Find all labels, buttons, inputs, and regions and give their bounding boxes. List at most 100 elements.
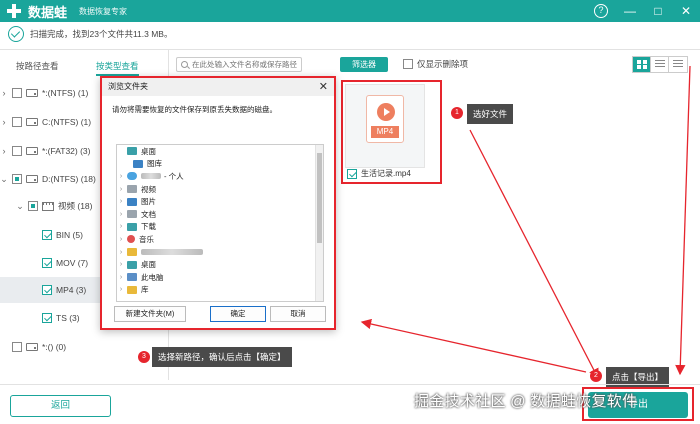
tab-by-type[interactable]: 按类型查看 bbox=[96, 60, 139, 76]
folder-label: 此电脑 bbox=[141, 272, 164, 282]
drive-icon bbox=[26, 175, 38, 183]
folder-item[interactable]: › 图片 bbox=[117, 195, 323, 208]
drive-icon bbox=[26, 343, 38, 351]
scan-status-text: 扫描完成，找到23个文件共11.3 MB。 bbox=[30, 29, 173, 39]
folder-label: - 个人 bbox=[164, 171, 184, 181]
minimize-button[interactable]: — bbox=[616, 4, 644, 18]
folder-tree-scrollbar[interactable] bbox=[315, 145, 323, 301]
redacted-text bbox=[141, 173, 161, 180]
folder-item[interactable]: 图库 bbox=[117, 158, 323, 171]
tree-node-drive[interactable]: *:() (0) bbox=[0, 334, 66, 360]
dialog-message: 请勿将需要恢复的文件保存到原丢失数据的磁盘。 bbox=[112, 105, 277, 114]
library-icon bbox=[127, 285, 137, 294]
folder-item[interactable]: › 音乐 bbox=[117, 233, 323, 246]
tree-node-drive[interactable]: › C:(NTFS) (1) bbox=[0, 109, 91, 135]
tree-node-type[interactable]: MOV (7) bbox=[42, 250, 88, 276]
folder-item[interactable]: › 下载 bbox=[117, 221, 323, 234]
tree-checkbox[interactable] bbox=[42, 258, 52, 268]
app-brand: 数据蛙 bbox=[28, 4, 68, 20]
tree-node-type[interactable]: TS (3) bbox=[42, 305, 80, 331]
tree-node-folder[interactable]: ⌄ 视频 (18) bbox=[16, 193, 92, 219]
document-icon bbox=[127, 210, 137, 219]
tree-node-label: BIN (5) bbox=[56, 230, 83, 240]
folder-item[interactable]: › 文档 bbox=[117, 208, 323, 221]
folder-label: 桌面 bbox=[141, 260, 156, 270]
chevron-right-icon[interactable]: › bbox=[0, 117, 8, 127]
folder-item[interactable]: › 桌面 bbox=[117, 258, 323, 271]
chevron-down-icon[interactable]: ⌄ bbox=[16, 201, 24, 212]
chevron-right-icon[interactable]: › bbox=[117, 198, 125, 205]
chevron-right-icon[interactable]: › bbox=[117, 274, 125, 281]
chevron-right-icon[interactable]: › bbox=[117, 261, 125, 268]
dialog-ok-button[interactable]: 确定 bbox=[210, 306, 266, 322]
grid-view-icon[interactable] bbox=[633, 57, 651, 72]
tree-checkbox[interactable] bbox=[12, 174, 22, 184]
folder-tree[interactable]: 桌面 图库 › - 个人 › 视频 › 图片 › 文档 › 下载 › 音乐 › › 桌面 › 此… bbox=[116, 144, 324, 302]
chevron-right-icon[interactable]: › bbox=[117, 173, 125, 180]
music-icon bbox=[127, 235, 135, 244]
chevron-down-icon[interactable]: ⌄ bbox=[0, 174, 8, 185]
tree-checkbox[interactable] bbox=[42, 313, 52, 323]
folder-label: 文档 bbox=[141, 209, 156, 219]
new-folder-button[interactable]: 新建文件夹(M) bbox=[114, 306, 186, 322]
search-box[interactable] bbox=[176, 57, 302, 72]
folder-label: 桌面 bbox=[141, 146, 156, 156]
folder-item[interactable]: › 此电脑 bbox=[117, 271, 323, 284]
tab-by-path[interactable]: 按路径查看 bbox=[16, 60, 59, 72]
title-bar: 数据蛙 数据恢复专家 ? — □ ✕ bbox=[0, 0, 700, 22]
folder-icon bbox=[127, 248, 137, 257]
tree-node-drive[interactable]: › *:(NTFS) (1) bbox=[0, 80, 88, 106]
gallery-icon bbox=[133, 159, 143, 168]
tree-node-label: MP4 (3) bbox=[56, 285, 87, 295]
chevron-right-icon[interactable]: › bbox=[117, 286, 125, 293]
chevron-right-icon[interactable]: › bbox=[117, 223, 125, 230]
download-icon bbox=[127, 222, 137, 231]
chevron-right-icon[interactable]: › bbox=[117, 249, 125, 256]
tree-node-type[interactable]: BIN (5) bbox=[42, 222, 83, 248]
folder-label: 图片 bbox=[141, 197, 156, 207]
dialog-cancel-button[interactable]: 取消 bbox=[270, 306, 326, 322]
computer-icon bbox=[127, 273, 137, 282]
close-button[interactable]: ✕ bbox=[672, 4, 700, 18]
help-icon[interactable]: ? bbox=[594, 4, 608, 18]
dialog-close-icon[interactable]: ✕ bbox=[319, 78, 328, 96]
folder-item[interactable]: › - 个人 bbox=[117, 170, 323, 183]
folder-label: 下载 bbox=[141, 222, 156, 232]
only-deleted-label: 仅显示删除项 bbox=[417, 59, 469, 69]
scrollbar-thumb[interactable] bbox=[317, 153, 322, 243]
list-view-icon[interactable] bbox=[651, 57, 669, 72]
detail-view-icon[interactable] bbox=[669, 57, 687, 72]
tree-checkbox[interactable] bbox=[42, 230, 52, 240]
bottom-divider bbox=[0, 384, 700, 385]
chevron-right-icon[interactable]: › bbox=[117, 236, 125, 243]
folder-label: 图库 bbox=[147, 159, 162, 169]
search-input[interactable] bbox=[192, 60, 301, 69]
folder-item[interactable]: 桌面 bbox=[117, 145, 323, 158]
view-tabs: 按路径查看 按类型查看 bbox=[0, 54, 168, 76]
maximize-button[interactable]: □ bbox=[644, 4, 672, 18]
logo-icon bbox=[6, 3, 22, 19]
video-folder-icon bbox=[42, 201, 54, 211]
tree-node-drive[interactable]: › *:(FAT32) (3) bbox=[0, 138, 91, 164]
only-deleted-toggle[interactable]: 仅显示删除项 bbox=[403, 58, 468, 70]
chevron-right-icon[interactable]: › bbox=[117, 186, 125, 193]
filter-button[interactable]: 筛选器 bbox=[340, 57, 388, 72]
chevron-right-icon[interactable]: › bbox=[0, 88, 8, 98]
tree-checkbox[interactable] bbox=[42, 285, 52, 295]
chevron-right-icon[interactable]: › bbox=[0, 146, 8, 156]
folder-item[interactable]: › 视频 bbox=[117, 183, 323, 196]
only-deleted-checkbox[interactable] bbox=[403, 59, 413, 69]
tree-node-drive[interactable]: ⌄ D:(NTFS) (18) bbox=[0, 166, 96, 192]
back-button[interactable]: 返回 bbox=[10, 395, 111, 417]
tree-checkbox[interactable] bbox=[12, 117, 22, 127]
folder-item[interactable]: › 库 bbox=[117, 284, 323, 297]
tree-checkbox[interactable] bbox=[12, 88, 22, 98]
chevron-right-icon[interactable]: › bbox=[117, 211, 125, 218]
desktop-icon bbox=[127, 147, 137, 156]
tree-checkbox[interactable] bbox=[12, 342, 22, 352]
tree-checkbox[interactable] bbox=[28, 201, 38, 211]
folder-item[interactable]: › bbox=[117, 246, 323, 259]
tree-checkbox[interactable] bbox=[12, 146, 22, 156]
browse-folder-dialog: 浏览文件夹 ✕ 请勿将需要恢复的文件保存到原丢失数据的磁盘。 桌面 图库 › - … bbox=[100, 76, 336, 330]
file-highlight-box bbox=[341, 80, 442, 184]
